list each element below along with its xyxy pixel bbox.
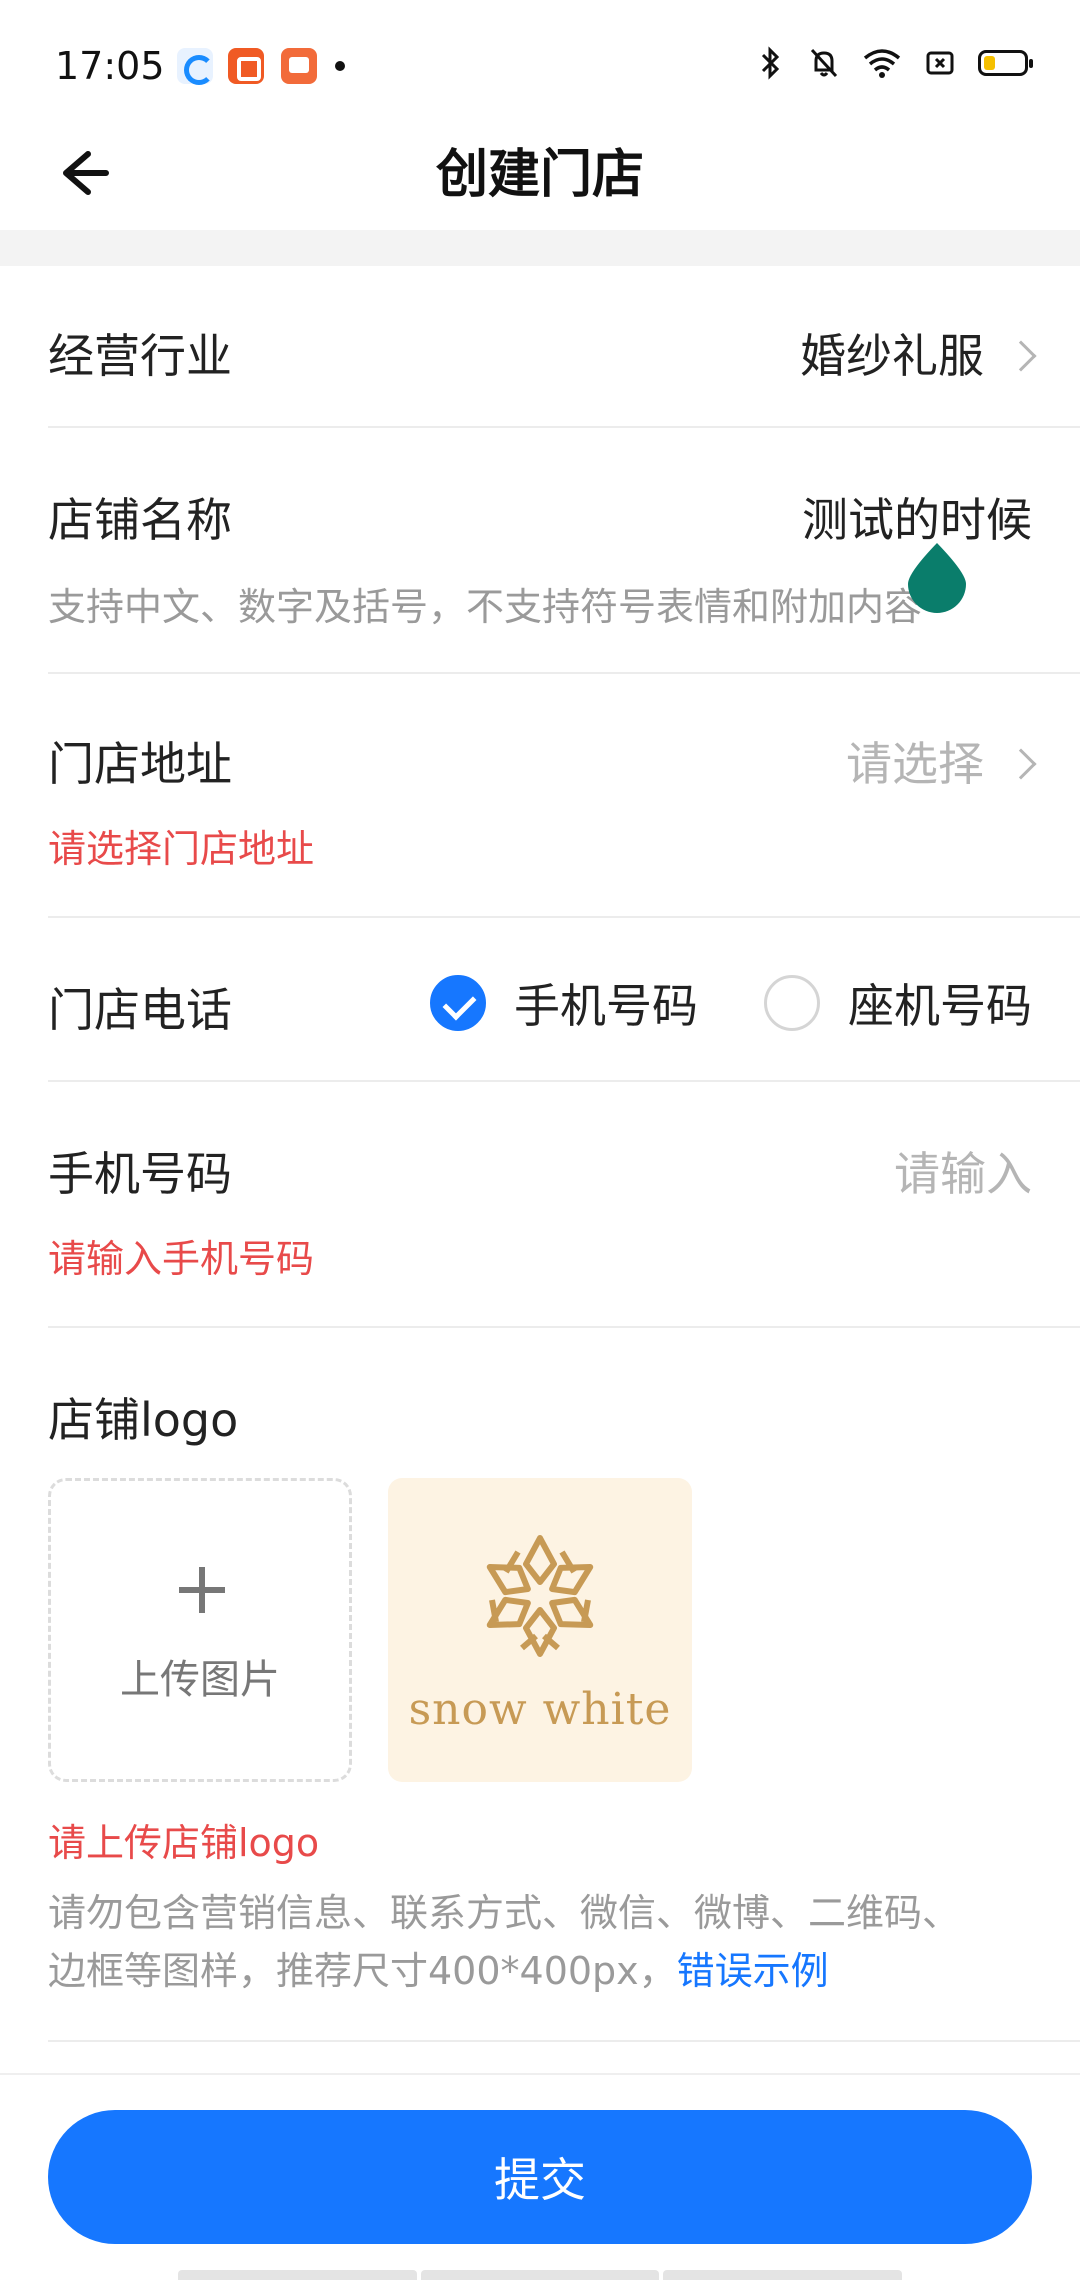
address-placeholder: 请选择 (846, 737, 984, 791)
book-icon (281, 48, 317, 84)
browser-icon (177, 48, 214, 85)
address-select[interactable]: 请选择 (846, 728, 1037, 794)
logo-hint-line1: 请勿包含营销信息、联系方式、微信、微博、二维码、 (48, 1891, 961, 1935)
upload-image-button[interactable]: 上传图片 (48, 1478, 352, 1782)
industry-label: 经营行业 (48, 329, 232, 383)
more-notifications-icon (335, 61, 345, 71)
logo-thumbnail[interactable]: snow white (388, 1478, 692, 1782)
snowflake-logo-icon (486, 1535, 594, 1657)
address-row[interactable]: 门店地址 请选择 请选择门店地址 (0, 674, 1080, 918)
text-cursor-handle[interactable] (908, 543, 966, 613)
store-name-label: 店铺名称 (48, 493, 232, 547)
mute-icon (810, 48, 838, 78)
section-divider (0, 230, 1080, 266)
industry-value[interactable]: 婚纱礼服 (800, 320, 1037, 386)
error-example-link[interactable]: 错误示例 (677, 1949, 829, 1993)
status-time: 17:05 (55, 44, 165, 88)
radio-unchecked-icon (764, 975, 820, 1031)
address-error: 请选择门店地址 (48, 827, 315, 871)
store-name-hint: 支持中文、数字及括号，不支持符号表情和附加内容 (48, 585, 923, 629)
chevron-right-icon (1005, 747, 1037, 780)
battery-icon (978, 50, 1033, 76)
mobile-input[interactable]: 请输入 (894, 1138, 1032, 1204)
mobile-row: 手机号码 请输入 请输入手机号码 (0, 1082, 1080, 1328)
navigation-bar (178, 2270, 903, 2280)
header: 创建门店 (0, 110, 1080, 230)
row-divider (48, 1326, 1080, 1328)
radio-landline-label: 座机号码 (848, 979, 1032, 1033)
logo-thumb-text: snow white (408, 1684, 672, 1735)
radio-mobile-label: 手机号码 (514, 979, 698, 1033)
chevron-right-icon (1005, 339, 1037, 372)
page-title: 创建门店 (435, 145, 644, 205)
mobile-error: 请输入手机号码 (48, 1237, 315, 1281)
industry-value-text: 婚纱礼服 (800, 329, 984, 383)
logo-label: 店铺logo (48, 1393, 239, 1447)
submit-button[interactable]: 提交 (48, 2110, 1032, 2244)
upload-label: 上传图片 (120, 1657, 280, 1703)
system-icons (754, 46, 1033, 80)
radio-checked-icon (430, 975, 486, 1031)
store-name-input[interactable]: 测试的时候 (802, 484, 1032, 550)
radio-landline[interactable]: 座机号码 (764, 970, 1032, 1036)
logo-hint-line2: 边框等图样，推荐尺寸400*400px，错误示例 (48, 1940, 829, 1995)
bluetooth-icon (761, 46, 780, 80)
sim-icon (926, 51, 954, 75)
logo-hint-text: 边框等图样，推荐尺寸400*400px， (48, 1949, 677, 1993)
row-divider (48, 2040, 1080, 2042)
plus-icon (179, 1567, 225, 1613)
industry-row[interactable]: 经营行业 婚纱礼服 (0, 266, 1080, 428)
mobile-label: 手机号码 (48, 1147, 232, 1201)
bottom-divider (0, 2073, 1080, 2075)
logo-error: 请上传店铺logo (48, 1821, 320, 1865)
wifi-icon (863, 49, 901, 78)
phone-type-row: 门店电话 手机号码 座机号码 (0, 918, 1080, 1082)
radio-mobile[interactable]: 手机号码 (430, 970, 698, 1036)
app-icon (228, 48, 264, 84)
phone-type-radio-group: 手机号码 座机号码 (430, 970, 1032, 1036)
phone-type-label: 门店电话 (48, 983, 232, 1037)
address-label: 门店地址 (48, 737, 232, 791)
